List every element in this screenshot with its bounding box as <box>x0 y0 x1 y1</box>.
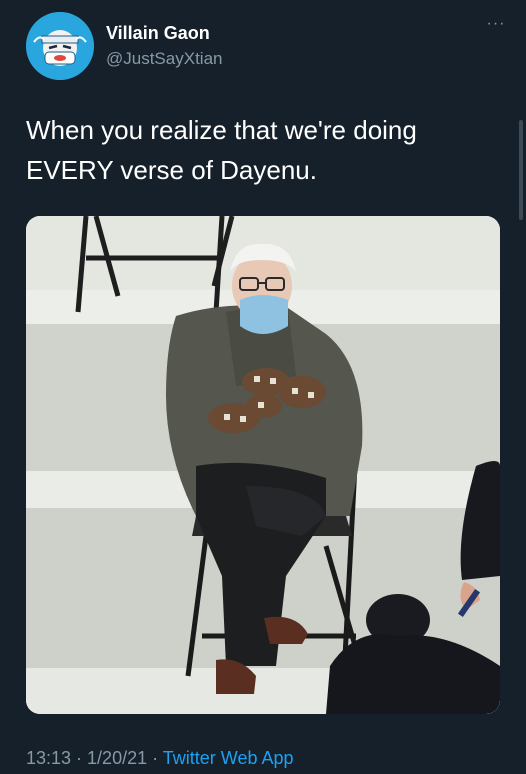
tweet-header: Villain Gaon @JustSayXtian ··· <box>26 10 526 80</box>
masked-face-avatar-icon <box>26 12 94 80</box>
meta-separator: · <box>71 748 88 768</box>
meta-separator: · <box>147 748 163 768</box>
tweet-photo[interactable] <box>26 216 500 714</box>
tweet-meta: 13:13 · 1/20/21 · Twitter Web App <box>26 747 294 769</box>
tweet-text-line-1: When you realize that we're doing <box>26 115 417 145</box>
author-names: Villain Gaon @JustSayXtian <box>106 22 222 70</box>
display-name[interactable]: Villain Gaon <box>106 22 222 44</box>
avatar[interactable] <box>26 12 94 80</box>
tweet-date[interactable]: 1/20/21 <box>87 748 147 768</box>
tweet-text: When you realize that we're doing EVERY … <box>26 110 506 190</box>
scrollbar[interactable] <box>519 120 523 220</box>
more-options-icon[interactable]: ··· <box>478 14 514 40</box>
photo-of-seated-man-in-mittens-icon <box>26 216 500 714</box>
tweet: Villain Gaon @JustSayXtian ··· When you … <box>0 0 526 774</box>
tweet-source-link[interactable]: Twitter Web App <box>163 748 294 768</box>
tweet-time[interactable]: 13:13 <box>26 748 71 768</box>
handle[interactable]: @JustSayXtian <box>106 48 222 70</box>
tweet-text-line-2: EVERY verse of Dayenu. <box>26 155 317 185</box>
